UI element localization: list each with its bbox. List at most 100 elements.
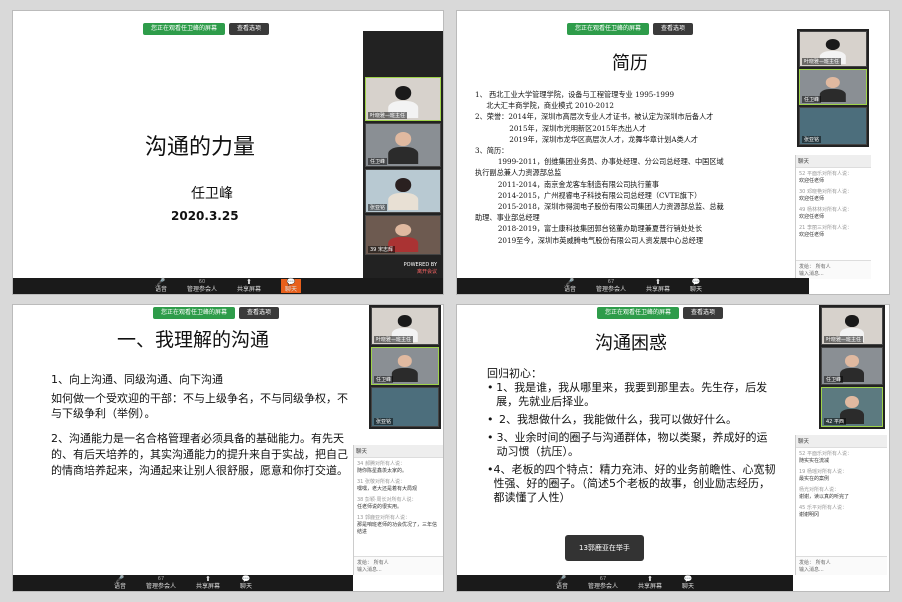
participant-name: 张亚铭 <box>802 136 822 143</box>
chat-text: 任老师说的很实用。 <box>357 504 403 510</box>
audio-button[interactable]: 🎤 语音 <box>114 575 126 591</box>
resume-line: 2018-2019，富士康科技集团郭台铭董办助理兼夏普行销处处长 <box>475 224 703 234</box>
raise-hand-toast: 13郭鹿亚在举手 <box>565 535 644 561</box>
video-strip: 叶晓雅—班主任 任卫峰 张亚铭 39 宋志辉 POWERED BY 离开会议 <box>363 11 443 279</box>
chat-button[interactable]: 💬 聊天 <box>690 279 702 294</box>
bullet-dot: • <box>487 431 494 444</box>
video-tile[interactable]: 任卫峰 <box>371 347 439 385</box>
video-tile[interactable]: 张亚铭 <box>799 107 867 145</box>
share-screen-button[interactable]: ⬆ 共享屏幕 <box>646 279 671 294</box>
viewing-banner: 您正在观看任卫峰的屏幕 <box>143 23 226 35</box>
resume-line: 2、荣誉：2014年，深圳市高层次专业人才证书，被认定为深圳市后备人才 <box>475 112 714 122</box>
chat-text: 欢迎任老师 <box>799 178 825 184</box>
chat-button[interactable]: 💬 聊天 <box>281 279 302 293</box>
chat-sender: 21 李丽三对所有人说： <box>799 225 852 231</box>
participant-name: 叶晓雅—班主任 <box>374 336 414 343</box>
chat-message: 52 平面乐对所有人说： 欢迎任老师 <box>796 168 871 186</box>
video-tile[interactable]: 张亚铭 <box>365 169 441 213</box>
chat-text: 嘿嘿，老大还是着有大局观 <box>357 486 418 492</box>
chat-panel: 聊天 34 郝腾对所有人说： 随你陈星鑫羡太家的。 31 张敬对所有人说： 嘿嘿，老… <box>353 445 443 575</box>
slide-intro: 回归初心： <box>487 367 542 380</box>
video-tile[interactable]: 任卫峰 <box>821 347 883 385</box>
participant-name: 42 平西 <box>824 418 846 425</box>
point-1-heading: 1、向上沟通、同级沟通、向下沟通 <box>51 373 223 386</box>
share-screen-button[interactable]: ⬆ 共享屏幕 <box>237 278 261 294</box>
audio-button[interactable]: 🎤 语音 <box>564 278 576 294</box>
resume-text: 1、 西北工业大学管理学院，设备与工程管理专业 1995-1999 北大汇丰商学… <box>475 89 805 246</box>
bullet-list: • 1、我是谁，我从哪里来，我要到那里去。先生存，后发展，先就业后择业。 • 2、我… <box>487 381 777 505</box>
slide-title: 沟通困惑 <box>595 333 667 354</box>
video-tile[interactable]: 张亚铭 <box>371 387 439 427</box>
share-icon: ⬆ <box>246 278 252 286</box>
participant-name: 任卫峰 <box>802 96 822 103</box>
chat-button[interactable]: 💬 聊天 <box>240 576 252 591</box>
screen-share-banner: 您正在观看任卫峰的屏幕 查看选项 <box>567 23 694 35</box>
leave-meeting-button[interactable]: 离开会议 <box>404 268 437 275</box>
bullet-text: 2、我想做什么，我能做什么，我可以做好什么。 <box>499 413 737 426</box>
chat-input[interactable]: 输入消息... <box>799 566 884 573</box>
participants-button[interactable]: 67 管理参会人 <box>596 279 626 293</box>
microphone-icon: 🎤 <box>115 575 125 583</box>
view-options-button[interactable]: 查看选项 <box>229 23 270 35</box>
chat-label: 聊天 <box>285 286 298 293</box>
chat-input[interactable]: 输入消息... <box>799 270 868 277</box>
video-tile[interactable]: 任卫峰 <box>799 69 867 105</box>
participant-name: 张亚铭 <box>374 418 394 425</box>
video-tile[interactable]: 42 平西 <box>821 387 883 427</box>
chat-footer: 发给： 所有人 输入消息... <box>796 260 871 279</box>
chat-footer: 发给： 所有人 输入消息... <box>354 556 443 575</box>
chat-text: 随你陈星鑫羡太家的。 <box>357 468 408 474</box>
chat-sender: 38 彭颖·周长对所有人说： <box>357 497 417 503</box>
chat-sender: 13 郭鹿亚对所有人说： <box>357 515 410 521</box>
video-tile[interactable]: 任卫峰 <box>365 123 441 167</box>
chat-sender: 34 郝腾对所有人说： <box>357 461 405 467</box>
panel-understanding-slide: 您正在观看任卫峰的屏幕 查看选项 一、我理解的沟通 1、向上沟通、同级沟通、向下… <box>12 304 444 592</box>
participants-label: 管理参会人 <box>186 286 217 293</box>
video-tile[interactable]: 叶晓雅—班主任 <box>821 307 883 345</box>
resume-line: 2015年，深圳市光明新区2015年杰出人才 <box>475 123 647 133</box>
chat-button[interactable]: 💬 聊天 <box>682 575 694 591</box>
point-1-body: 如何做一个受欢迎的干部：不与上级争名，不与同级争权，不与下级争利（举例）。 <box>51 392 348 420</box>
microphone-icon: 🎤 <box>565 278 575 286</box>
resume-line: 2019至今，深圳市英威腾电气股份有限公司人资发展中心总经理 <box>475 235 704 245</box>
chat-icon: 💬 <box>683 575 693 583</box>
slide-date: 2020.3.25 <box>171 209 239 223</box>
chat-message: 38 彭颖·周长对所有人说： 任老师说的很实用。 <box>354 494 443 512</box>
meeting-toolbar: 🎤 语音 60 管理参会人 ⬆ 共享屏幕 💬 聊天 <box>13 278 443 294</box>
chat-sender: 30 邓晓艳对所有人说： <box>799 189 852 195</box>
chat-message: 30 邓晓艳对所有人说： 欢迎任老师 <box>796 186 871 204</box>
audio-button[interactable]: 🎤 语音 <box>556 576 568 591</box>
video-tile[interactable]: 叶晓雅—班主任 <box>799 31 867 67</box>
participant-name: 39 宋志辉 <box>368 246 395 253</box>
chat-message: 19 杨瑶对所有人说： 最实在的案例 <box>796 466 887 484</box>
video-tile[interactable]: 叶晓雅—班主任 <box>371 307 439 345</box>
audio-button[interactable]: 🎤 语音 <box>155 279 167 294</box>
view-options-button[interactable]: 查看选项 <box>653 23 694 35</box>
slide-title: 沟通的力量 <box>145 135 256 160</box>
view-options-button[interactable]: 查看选项 <box>683 307 724 319</box>
chat-input[interactable]: 输入消息... <box>357 566 440 573</box>
view-options-button[interactable]: 查看选项 <box>239 307 280 319</box>
share-screen-button[interactable]: ⬆ 共享屏幕 <box>638 576 662 591</box>
screen-share-banner: 您正在观看任卫峰的屏幕 查看选项 <box>143 23 270 35</box>
participants-label: 管理参会人 <box>595 286 626 293</box>
participants-button[interactable]: 60 管理参会人 <box>187 279 217 293</box>
video-tile[interactable]: 叶晓雅—班主任 <box>365 77 441 121</box>
chat-header: 聊天 <box>796 435 887 448</box>
share-label: 共享屏幕 <box>646 286 671 293</box>
share-screen-button[interactable]: ⬆ 共享屏幕 <box>196 576 220 591</box>
chat-footer: 发给： 所有人 输入消息... <box>796 556 887 575</box>
video-tile[interactable]: 39 宋志辉 <box>365 215 441 255</box>
resume-line: 1999-2011，创维集团业务员、办事处经理、分公司总经理、中国区域 <box>475 157 724 167</box>
resume-line: 2019年，深圳市龙华区高层次人才，龙舞华章计划A类人才 <box>475 134 699 144</box>
screen-share-banner: 您正在观看任卫峰的屏幕 查看选项 <box>153 307 280 319</box>
resume-line: 执行副总兼人力资源部总监 <box>475 168 562 178</box>
panel-resume-slide: 您正在观看任卫峰的屏幕 查看选项 简历 1、 西北工业大学管理学院，设备与工程管… <box>456 10 890 295</box>
participants-button[interactable]: 67 管理参会人 <box>146 576 176 590</box>
chat-text: 那是咱班老师的功会优况了，三年信结进 <box>357 522 438 535</box>
screen-share-banner: 您正在观看任卫峰的屏幕 查看选项 <box>597 307 724 319</box>
participants-button[interactable]: 67 管理参会人 <box>588 576 618 590</box>
chat-message: 21 李丽三对所有人说： 欢迎任老师 <box>796 222 871 240</box>
participants-label: 管理参会人 <box>587 583 618 590</box>
resume-line: 3、简历： <box>475 146 509 156</box>
